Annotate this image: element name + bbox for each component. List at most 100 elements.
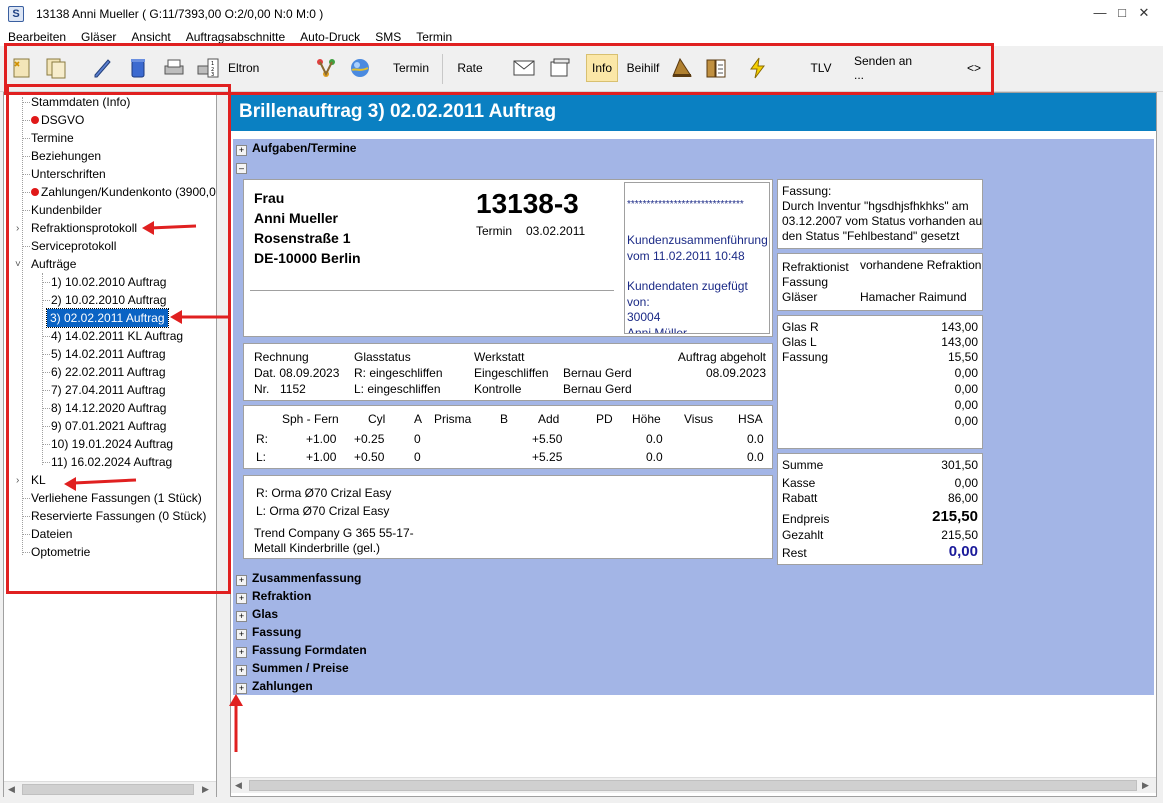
tree-item-order-6[interactable]: 6) 22.02.2011 Auftrag (51, 363, 166, 381)
termin-button[interactable]: Termin (392, 54, 430, 82)
tree-item-order-5[interactable]: 5) 14.02.2011 Auftrag (51, 345, 166, 363)
tree-connector (22, 192, 30, 193)
expand-icon[interactable]: + (236, 145, 247, 156)
minimize-icon[interactable]: — (1089, 4, 1111, 22)
menu-auftragsabschnitte[interactable]: Auftragsabschnitte (186, 30, 285, 44)
col-add: Add (538, 412, 560, 426)
ledger-icon (706, 59, 726, 78)
pencil-icon (94, 59, 111, 78)
tree-connector (42, 354, 50, 355)
tree-item-order-10[interactable]: 10) 19.01.2024 Auftrag (51, 435, 173, 453)
section-summen-preise[interactable]: + Summen / Preise (233, 659, 1154, 677)
lightning-button[interactable] (746, 54, 770, 82)
globe-button[interactable] (348, 54, 372, 82)
lens-r: R: Orma Ø70 Crizal Easy (256, 486, 392, 500)
new-document-button[interactable] (10, 54, 34, 82)
menu-sms[interactable]: SMS (375, 30, 401, 44)
network-button[interactable] (314, 54, 338, 82)
tree-item-dsgvo[interactable]: DSGVO (31, 111, 84, 129)
tree-item-auftraege[interactable]: Aufträge (31, 255, 76, 273)
menu-glaeser[interactable]: Gläser (81, 30, 116, 44)
tlv-button[interactable]: TLV (810, 54, 832, 82)
section-zahlungen[interactable]: + Zahlungen (233, 677, 1154, 695)
expand-icon[interactable]: + (236, 647, 247, 658)
tree-item-order-2[interactable]: 2) 10.02.2010 Auftrag (51, 291, 166, 309)
scroll-left-icon[interactable]: ◀ (235, 780, 242, 791)
section-aufgaben-termine[interactable]: + Aufgaben/Termine (233, 139, 1154, 157)
trash-icon (131, 59, 145, 78)
extra-price: 0,00 (954, 366, 978, 380)
rate-button[interactable]: Rate (456, 54, 484, 82)
toolbar-separator (442, 54, 443, 84)
tree-item-serviceprotokoll[interactable]: Serviceprotokoll (31, 237, 116, 255)
maximize-icon[interactable]: □ (1111, 4, 1133, 22)
tree-item-order-8[interactable]: 8) 14.12.2020 Auftrag (51, 399, 166, 417)
section-zusammenfassung[interactable]: + Zusammenfassung (233, 569, 1154, 587)
eltron-print-button[interactable]: 123 Eltron (196, 54, 266, 82)
tree-item-order-4[interactable]: 4) 14.02.2011 KL Auftrag (51, 327, 183, 345)
tree-horizontal-scrollbar[interactable]: ◀ ▶ (4, 781, 216, 797)
info-button[interactable]: Info (586, 54, 618, 82)
chevron-right-icon[interactable]: › (16, 223, 19, 234)
section-refraktion[interactable]: + Refraktion (233, 587, 1154, 605)
book-button[interactable] (670, 54, 694, 82)
nav-button[interactable]: <> (964, 54, 984, 82)
col-cyl: Cyl (368, 412, 386, 426)
tree-item-order-7[interactable]: 7) 27.04.2011 Auftrag (51, 381, 166, 399)
window-button[interactable] (548, 54, 572, 82)
print-button[interactable] (162, 54, 186, 82)
close-icon[interactable]: ✕ (1133, 4, 1155, 22)
mail-button[interactable] (512, 54, 536, 82)
scroll-left-icon[interactable]: ◀ (8, 784, 15, 795)
scrollbar-thumb[interactable] (22, 784, 194, 795)
ledger-button[interactable] (704, 54, 728, 82)
copy-document-icon (46, 58, 66, 79)
tree-item-order-9[interactable]: 9) 07.01.2021 Auftrag (51, 417, 166, 435)
customer-city: DE-10000 Berlin (254, 250, 361, 266)
notes-stars: ****************************** (627, 199, 744, 210)
senden-an-button[interactable]: Senden an ... (854, 54, 924, 82)
tree-item-stammdaten[interactable]: Stammdaten (Info) (31, 93, 130, 111)
scrollbar-thumb[interactable] (249, 780, 1137, 791)
tree-item-termine[interactable]: Termine (31, 129, 74, 147)
chevron-right-icon[interactable]: › (16, 475, 19, 486)
expand-icon[interactable]: + (236, 629, 247, 640)
delete-button[interactable] (126, 54, 150, 82)
expand-icon[interactable]: + (236, 593, 247, 604)
menu-termin[interactable]: Termin (416, 30, 452, 44)
tree-item-unterschriften[interactable]: Unterschriften (31, 165, 106, 183)
section-glas[interactable]: + Glas (233, 605, 1154, 623)
tree-item-zahlungen[interactable]: Zahlungen/Kundenkonto (3900,00 (31, 183, 216, 201)
tree-item-optometrie[interactable]: Optometrie (31, 543, 90, 561)
annotation-arrow-icon (229, 694, 243, 752)
rabatt-label: Rabatt (782, 491, 818, 505)
order-horizontal-scrollbar[interactable]: ◀ ▶ (231, 777, 1156, 793)
tree-item-beziehungen[interactable]: Beziehungen (31, 147, 101, 165)
tree-item-kl[interactable]: KL (31, 471, 46, 489)
scroll-right-icon[interactable]: ▶ (1142, 780, 1149, 791)
menu-ansicht[interactable]: Ansicht (131, 30, 170, 44)
section-fassung[interactable]: + Fassung (233, 623, 1154, 641)
edit-button[interactable] (90, 54, 114, 82)
tree-item-order-11[interactable]: 11) 16.02.2024 Auftrag (51, 453, 172, 471)
collapse-icon[interactable]: – (236, 163, 247, 174)
tree-item-dateien[interactable]: Dateien (31, 525, 72, 543)
copy-document-button[interactable] (44, 54, 68, 82)
section-collapse-row[interactable]: – (233, 157, 1154, 175)
tree-item-order-3-selected[interactable]: 3) 02.02.2011 Auftrag (46, 308, 169, 328)
scroll-right-icon[interactable]: ▶ (202, 784, 209, 795)
chevron-down-icon[interactable]: ˅ (15, 259, 21, 270)
menu-bearbeiten[interactable]: Bearbeiten (8, 30, 66, 44)
expand-icon[interactable]: + (236, 575, 247, 586)
col-hoehe: Höhe (632, 412, 661, 426)
beihilf-button[interactable]: Beihilf (625, 54, 661, 82)
section-fassung-formdaten[interactable]: + Fassung Formdaten (233, 641, 1154, 659)
row-r-add: +5.50 (532, 432, 563, 446)
tree-item-refraktionsprotokoll[interactable]: Refraktionsprotokoll (31, 219, 137, 237)
tree-item-order-1[interactable]: 1) 10.02.2010 Auftrag (51, 273, 166, 291)
tree-item-kundenbilder[interactable]: Kundenbilder (31, 201, 102, 219)
expand-icon[interactable]: + (236, 611, 247, 622)
expand-icon[interactable]: + (236, 665, 247, 676)
menu-auto-druck[interactable]: Auto-Druck (300, 30, 360, 44)
tree-item-reservierte-fassungen[interactable]: Reservierte Fassungen (0 Stück) (31, 507, 206, 525)
